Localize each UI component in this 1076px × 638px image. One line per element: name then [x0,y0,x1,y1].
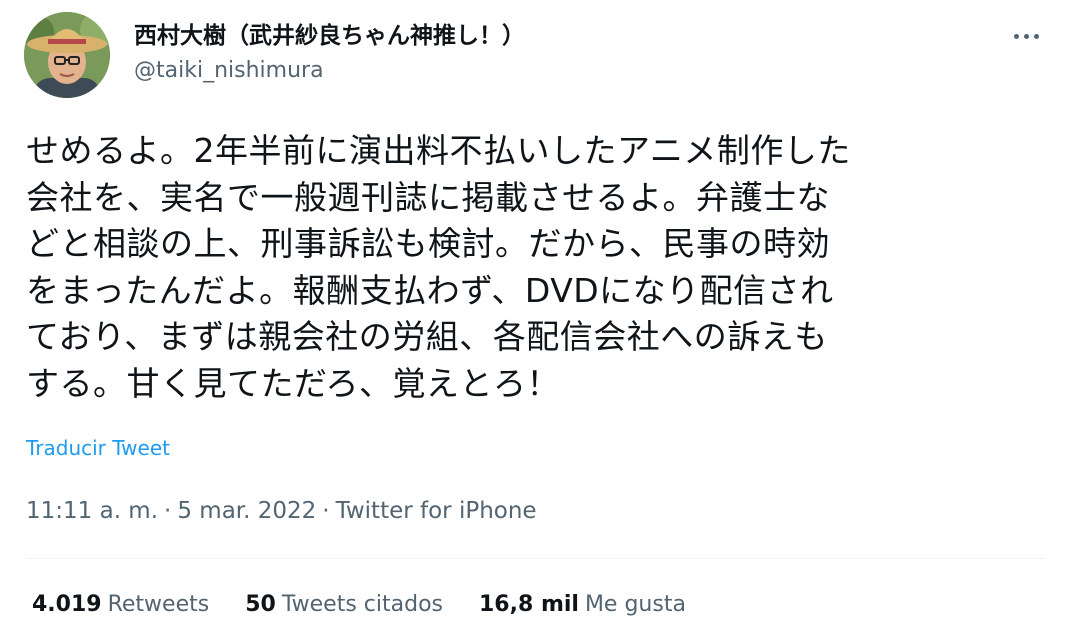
tweet-source[interactable]: Twitter for iPhone [336,498,537,524]
translate-tweet-link[interactable]: Traducir Tweet [26,436,170,460]
tweet-metadata: 11:11 a. m. · 5 mar. 2022 · Twitter for iPho… [26,498,537,524]
divider [26,558,1044,559]
quote-tweets-label: Tweets citados [281,592,443,617]
more-horizontal-icon [1011,33,1041,39]
retweets-label: Retweets [107,592,210,617]
tweet-card: 西村大樹（武井紗良ちゃん神推し！） @taiki_nishimura せめるよ。… [0,0,1076,638]
tweet-text: せめるよ。2年半前に演出料不払いしたアニメ制作した 会社を、実名で一般週刊誌に掲… [26,131,851,403]
likes-count: 16,8 mil [479,592,579,617]
tweet-time[interactable]: 11:11 a. m. [26,498,158,524]
tweet-stats: 4.019 Retweets 50 Tweets citados 16,8 mil M… [32,592,686,617]
likes-stat[interactable]: 16,8 mil Me gusta [479,592,686,617]
retweets-stat[interactable]: 4.019 Retweets [32,592,209,617]
meta-separator: · [164,498,172,524]
tweet-date[interactable]: 5 mar. 2022 [177,498,316,524]
more-options-button[interactable] [1004,22,1048,50]
quote-tweets-count: 50 [245,592,276,617]
retweets-count: 4.019 [32,592,102,617]
avatar-photo [24,12,110,98]
author-display-name[interactable]: 西村大樹（武井紗良ちゃん神推し！） [134,16,525,50]
likes-label: Me gusta [584,592,686,617]
avatar[interactable] [24,12,110,98]
meta-separator: · [322,498,330,524]
quote-tweets-stat[interactable]: 50 Tweets citados [245,592,443,617]
author-handle[interactable]: @taiki_nishimura [134,58,324,83]
